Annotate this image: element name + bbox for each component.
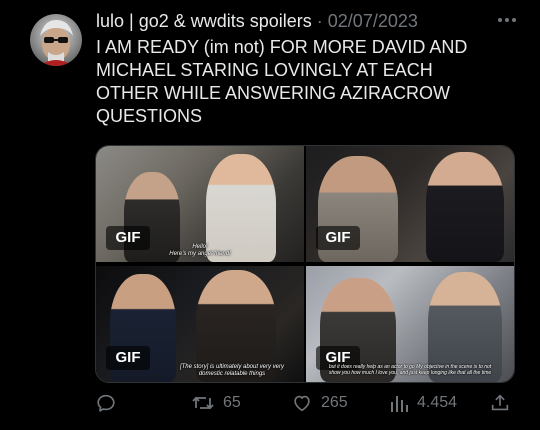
avatar-image — [40, 20, 73, 66]
media-grid: GIF Hello! Here's my angel friend! GIF G… — [95, 145, 515, 383]
header-separator: · — [311, 11, 328, 31]
media-tile[interactable]: GIF Hello! Here's my angel friend! — [96, 146, 304, 262]
more-dots-icon[interactable] — [494, 10, 520, 30]
media-tile[interactable]: GIF but it does really help as an actor … — [306, 266, 514, 382]
gif-badge: GIF — [316, 226, 360, 250]
share-upload-icon — [489, 392, 511, 414]
media-caption-line: [The story] is ultimately about very ver… — [179, 364, 285, 370]
retweet-button[interactable]: 65 — [191, 390, 241, 416]
retweet-icon — [191, 392, 215, 414]
media-figure — [426, 152, 504, 262]
media-caption-line: Hello! — [192, 244, 208, 250]
tweet-header: lulo | go2 & wwdits spoilers · 02/07/202… — [96, 10, 516, 32]
media-tile[interactable]: GIF [The story] is ultimately about very… — [96, 266, 304, 382]
action-bar: 65 265 4.454 — [95, 390, 515, 416]
media-tile[interactable]: GIF — [306, 146, 514, 262]
reply-button[interactable] — [95, 390, 125, 416]
reply-bubble-icon — [95, 392, 117, 414]
display-name[interactable]: lulo | go2 & wwdits spoilers — [96, 11, 312, 31]
media-caption: Hello! Here's my angel friend! — [156, 244, 244, 258]
tweet-text: I AM READY (im not) FOR MORE DAVID AND M… — [96, 37, 468, 126]
view-count: 4.454 — [417, 394, 458, 411]
heart-icon — [291, 392, 313, 414]
media-caption-line: Here's my angel friend! — [169, 251, 231, 257]
media-caption: but it does really help as an actor to g… — [312, 364, 508, 376]
tweet-date[interactable]: 02/07/2023 — [328, 11, 418, 31]
views-bar-chart-icon — [389, 392, 409, 414]
media-caption-line: domestic relatable things — [198, 371, 266, 377]
media-caption-line: show you how much I love you, and just k… — [328, 370, 492, 376]
views-button[interactable]: 4.454 — [389, 390, 457, 416]
media-caption: [The story] is ultimately about very ver… — [166, 364, 298, 378]
gif-badge: GIF — [106, 346, 150, 370]
share-button[interactable] — [489, 390, 511, 416]
retweet-count: 65 — [223, 394, 241, 411]
like-count: 265 — [321, 394, 348, 411]
avatar[interactable] — [30, 14, 82, 66]
gif-badge: GIF — [106, 226, 150, 250]
like-button[interactable]: 265 — [291, 390, 348, 416]
